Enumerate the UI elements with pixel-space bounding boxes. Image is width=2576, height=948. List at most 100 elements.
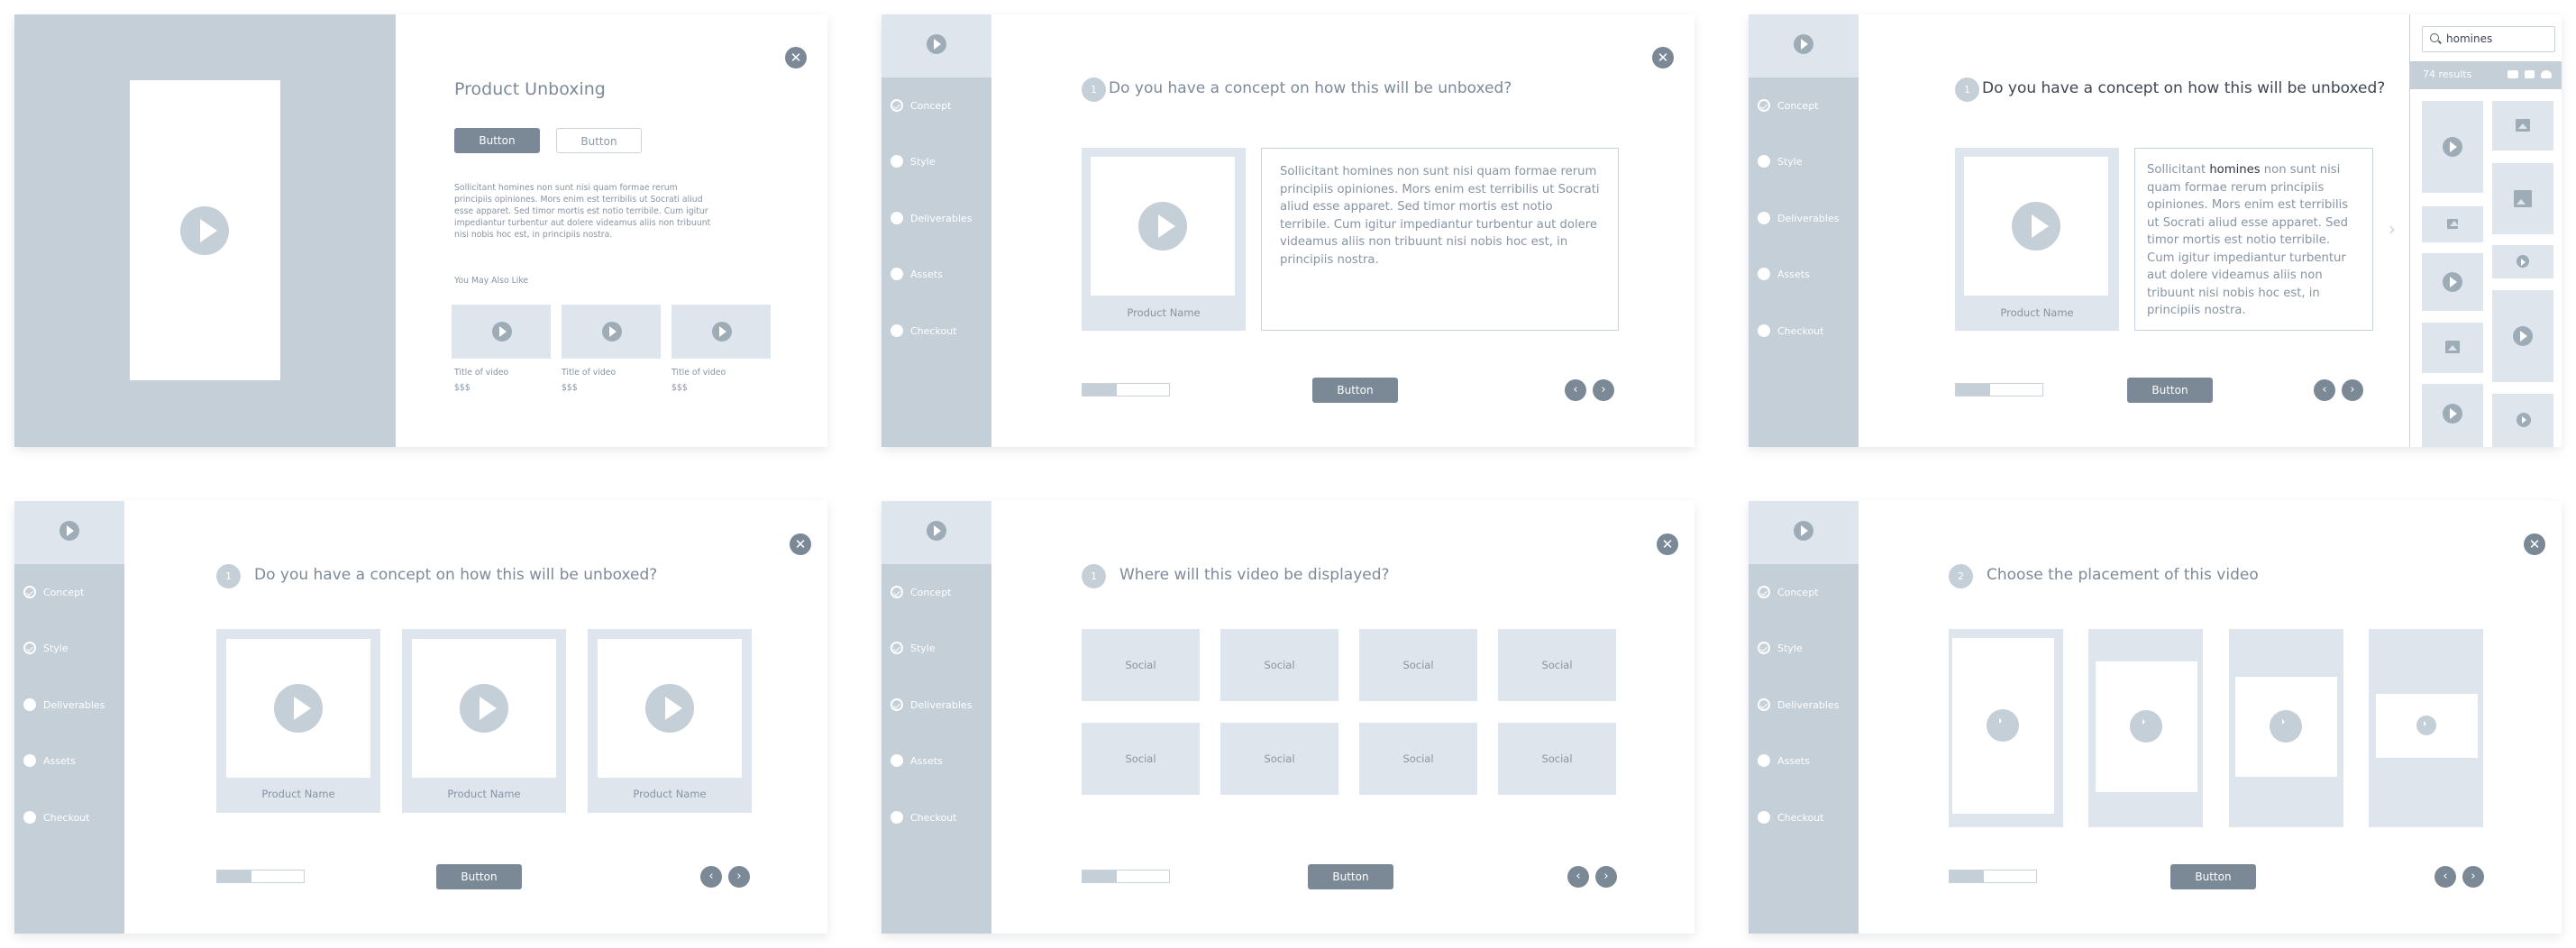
asset-tile[interactable]: [2492, 394, 2553, 447]
description-textarea[interactable]: Sollicitant homines non sunt nisi quam f…: [1261, 148, 1619, 331]
sidebar-item-assets[interactable]: Assets: [891, 267, 943, 281]
asset-tile[interactable]: [2492, 163, 2553, 234]
play-icon[interactable]: [1138, 202, 1187, 251]
sidebar-item-concept[interactable]: Concept: [1758, 585, 1819, 599]
cloud-upload-icon[interactable]: [2541, 70, 2552, 78]
search-input[interactable]: homines: [2422, 26, 2555, 52]
description-textarea[interactable]: Sollicitant homines non sunt nisi quam f…: [2134, 148, 2373, 331]
product-option-card[interactable]: Product Name: [216, 629, 380, 813]
product-option-card[interactable]: Product Name: [402, 629, 566, 813]
asset-tile[interactable]: [2422, 384, 2483, 447]
continue-button[interactable]: Button: [436, 864, 522, 889]
placement-option-tall-portrait[interactable]: [1949, 629, 2063, 827]
asset-drawer: homines 74 results: [2409, 14, 2562, 447]
sidebar-item-deliverables[interactable]: Deliverables: [23, 697, 105, 712]
chevron-right-icon[interactable]: ›: [2389, 218, 2396, 240]
sidebar-item-style[interactable]: Style: [891, 641, 936, 655]
recommendation-title[interactable]: Title of video: [454, 368, 508, 378]
close-icon[interactable]: ✕: [1657, 533, 1678, 555]
sidebar-item-concept[interactable]: Concept: [891, 585, 952, 599]
continue-button[interactable]: Button: [1308, 864, 1393, 889]
sidebar-item-assets[interactable]: Assets: [1758, 753, 1810, 768]
chevron-left-icon[interactable]: ‹: [2314, 379, 2335, 401]
product-card[interactable]: Product Name: [1955, 148, 2119, 331]
sidebar-item-checkout[interactable]: Checkout: [891, 324, 956, 338]
chevron-right-icon[interactable]: ›: [2462, 866, 2484, 888]
chevron-left-icon[interactable]: ‹: [1565, 379, 1586, 401]
display-option-tile[interactable]: Social: [1082, 629, 1200, 701]
sidebar-item-deliverables[interactable]: Deliverables: [1758, 697, 1839, 712]
sidebar-item-checkout[interactable]: Checkout: [23, 810, 89, 825]
sidebar-item-style[interactable]: Style: [23, 641, 69, 655]
sidebar-item-assets[interactable]: Assets: [23, 753, 76, 768]
close-icon[interactable]: ✕: [1652, 47, 1674, 68]
recommendation-thumbnail[interactable]: [671, 305, 771, 359]
close-icon[interactable]: ✕: [785, 47, 807, 68]
display-option-tile[interactable]: Social: [1359, 723, 1477, 795]
asset-tile[interactable]: [2492, 101, 2553, 150]
camera-icon[interactable]: [2507, 70, 2518, 78]
recommendation-title[interactable]: Title of video: [671, 368, 726, 378]
asset-tile[interactable]: [2492, 290, 2553, 382]
close-icon[interactable]: ✕: [2524, 533, 2545, 555]
chevron-right-icon[interactable]: ›: [728, 866, 750, 888]
sidebar-item-concept[interactable]: Concept: [891, 98, 952, 113]
display-option-tile[interactable]: Social: [1082, 723, 1200, 795]
display-option-tile[interactable]: Social: [1220, 629, 1338, 701]
asset-tile[interactable]: [2422, 253, 2483, 311]
asset-tile[interactable]: [2422, 323, 2483, 373]
secondary-button[interactable]: Button: [556, 128, 642, 153]
placement-option-landscape[interactable]: [2369, 629, 2483, 827]
chevron-right-icon[interactable]: ›: [1593, 379, 1614, 401]
display-option-tile[interactable]: Social: [1498, 629, 1616, 701]
placement-option-portrait[interactable]: [2088, 629, 2203, 827]
primary-button[interactable]: Button: [454, 128, 540, 153]
chevron-left-icon[interactable]: ‹: [700, 866, 722, 888]
sidebar-item-assets[interactable]: Assets: [1758, 267, 1810, 281]
play-icon: [2416, 716, 2436, 735]
play-icon[interactable]: [274, 684, 323, 733]
display-option-tile[interactable]: Social: [1359, 629, 1477, 701]
recommendation-thumbnail[interactable]: [452, 305, 551, 359]
play-icon[interactable]: [180, 206, 229, 255]
sidebar-item-checkout[interactable]: Checkout: [891, 810, 956, 825]
play-icon[interactable]: [645, 684, 694, 733]
close-icon[interactable]: ✕: [790, 533, 811, 555]
product-option-card[interactable]: Product Name: [588, 629, 752, 813]
sidebar-item-assets[interactable]: Assets: [891, 753, 943, 768]
video-camera-icon[interactable]: [2525, 70, 2535, 78]
video-frame[interactable]: [130, 80, 280, 380]
sidebar-header: [14, 501, 124, 564]
sidebar-item-concept[interactable]: Concept: [1758, 98, 1819, 113]
sidebar-item-deliverables[interactable]: Deliverables: [891, 697, 972, 712]
continue-button[interactable]: Button: [2127, 378, 2213, 403]
chevron-left-icon[interactable]: ‹: [2434, 866, 2456, 888]
sidebar-item-concept[interactable]: Concept: [23, 585, 85, 599]
chevron-left-icon[interactable]: ‹: [1567, 866, 1589, 888]
results-count: 74 results: [2423, 68, 2472, 80]
sidebar-item-style[interactable]: Style: [1758, 641, 1803, 655]
play-icon[interactable]: [460, 684, 508, 733]
display-option-tile[interactable]: Social: [1498, 723, 1616, 795]
continue-button[interactable]: Button: [2170, 864, 2256, 889]
sidebar-item-deliverables[interactable]: Deliverables: [891, 211, 972, 225]
results-bar: 74 results: [2410, 61, 2562, 89]
recommendation-thumbnail[interactable]: [562, 305, 661, 359]
placement-option-square[interactable]: [2229, 629, 2343, 827]
play-icon[interactable]: [2012, 202, 2060, 251]
product-card[interactable]: Product Name: [1082, 148, 1246, 331]
asset-tile[interactable]: [2422, 206, 2483, 242]
sidebar-item-deliverables[interactable]: Deliverables: [1758, 211, 1839, 225]
chevron-right-icon[interactable]: ›: [2342, 379, 2363, 401]
recommendation-title[interactable]: Title of video: [562, 368, 616, 378]
sidebar-item-style[interactable]: Style: [891, 154, 936, 169]
continue-button[interactable]: Button: [1312, 378, 1398, 403]
sidebar-item-checkout[interactable]: Checkout: [1758, 324, 1823, 338]
display-option-tile[interactable]: Social: [1220, 723, 1338, 795]
asset-tile[interactable]: [2422, 101, 2483, 193]
sidebar-item-style[interactable]: Style: [1758, 154, 1803, 169]
chevron-right-icon[interactable]: ›: [1595, 866, 1617, 888]
asset-tile[interactable]: [2492, 245, 2553, 278]
section-heading: You May Also Like: [454, 276, 529, 286]
sidebar-item-checkout[interactable]: Checkout: [1758, 810, 1823, 825]
